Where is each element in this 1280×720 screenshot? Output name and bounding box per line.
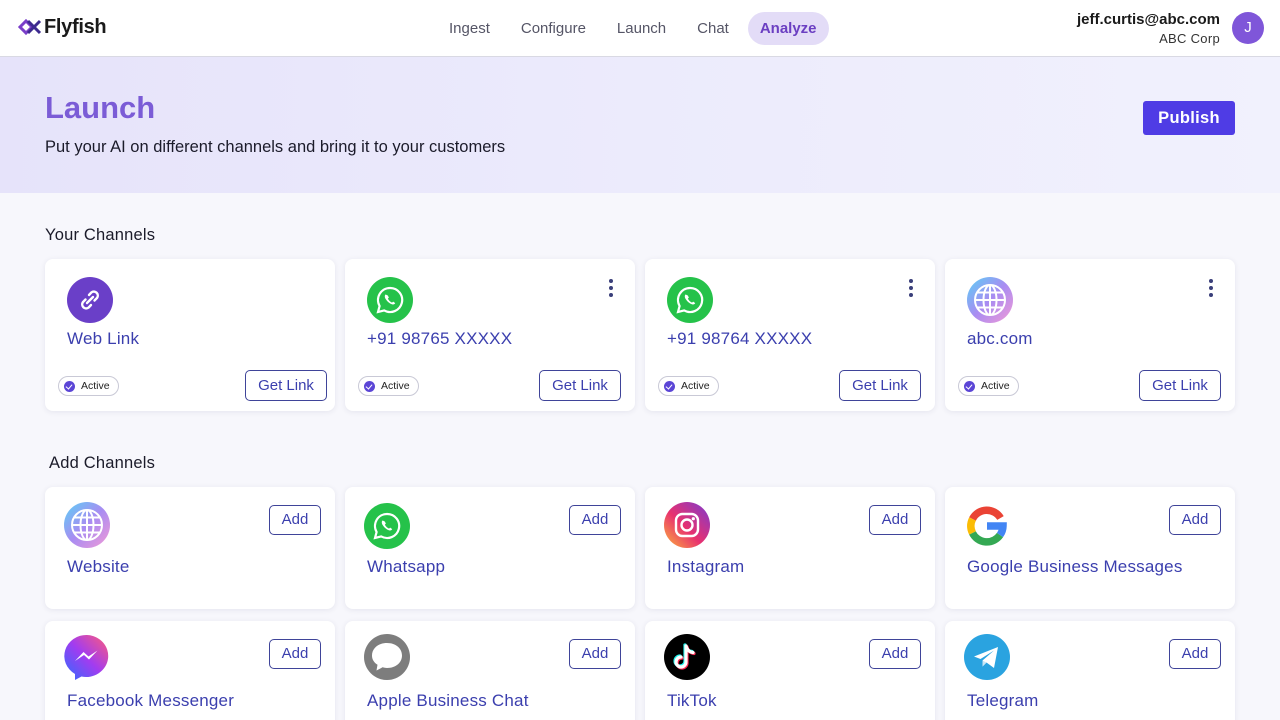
page-subtitle: Put your AI on different channels and br… bbox=[45, 138, 506, 156]
channel-name: Google Business Messages bbox=[967, 557, 1183, 576]
user-info[interactable]: jeff.curtis@abc.com ABC Corp bbox=[1077, 11, 1220, 47]
apple-chat-icon bbox=[364, 634, 410, 680]
user-org: ABC Corp bbox=[1159, 31, 1220, 46]
top-navbar: Flyfish Ingest Configure Launch Chat Ana… bbox=[0, 0, 1280, 57]
channel-card-whatsapp-1: +91 98765 XXXXX Active Get Link bbox=[345, 259, 635, 411]
add-google-business-button[interactable]: Add bbox=[1169, 505, 1221, 535]
add-apple-business-chat-button[interactable]: Add bbox=[569, 639, 621, 669]
add-channels-heading: Add Channels bbox=[49, 454, 156, 472]
get-link-button[interactable]: Get Link bbox=[839, 370, 921, 401]
whatsapp-icon bbox=[667, 277, 713, 323]
flyfish-logo-icon bbox=[18, 18, 42, 36]
get-link-button[interactable]: Get Link bbox=[1139, 370, 1221, 401]
globe-icon bbox=[967, 277, 1013, 323]
whatsapp-icon bbox=[367, 277, 413, 323]
add-facebook-messenger-button[interactable]: Add bbox=[269, 639, 321, 669]
check-icon bbox=[664, 380, 675, 392]
channel-name: Telegram bbox=[967, 691, 1039, 710]
status-badge: Active bbox=[958, 376, 1019, 396]
add-telegram-button[interactable]: Add bbox=[1169, 639, 1221, 669]
check-icon bbox=[364, 380, 375, 392]
status-text: Active bbox=[681, 380, 710, 392]
channel-name: Instagram bbox=[667, 557, 745, 576]
status-text: Active bbox=[81, 380, 110, 392]
brand-name: Flyfish bbox=[44, 15, 107, 38]
channel-name: Apple Business Chat bbox=[367, 691, 529, 710]
publish-button[interactable]: Publish bbox=[1143, 101, 1235, 135]
tab-launch[interactable]: Launch bbox=[605, 12, 678, 45]
more-options-icon[interactable] bbox=[607, 279, 615, 299]
channel-name: Website bbox=[67, 557, 130, 576]
channel-card-web-link: Web Link Active Get Link bbox=[45, 259, 335, 411]
channel-card-whatsapp-2: +91 98764 XXXXX Active Get Link bbox=[645, 259, 935, 411]
add-channel-card-whatsapp: Whatsapp Add bbox=[345, 487, 635, 609]
tab-analyze[interactable]: Analyze bbox=[747, 12, 829, 45]
get-link-button[interactable]: Get Link bbox=[245, 370, 327, 401]
more-options-icon[interactable] bbox=[907, 279, 915, 299]
channel-name: Whatsapp bbox=[367, 557, 446, 576]
whatsapp-icon bbox=[364, 503, 410, 549]
add-channel-card-google: Google Business Messages Add bbox=[945, 487, 1235, 609]
add-channel-card-website: Website Add bbox=[45, 487, 335, 609]
channel-name: TikTok bbox=[667, 691, 717, 710]
add-channel-card-messenger: Facebook Messenger Add bbox=[45, 621, 335, 720]
channel-name: Web Link bbox=[67, 329, 140, 348]
add-channel-card-telegram: Telegram Add bbox=[945, 621, 1235, 720]
tab-ingest[interactable]: Ingest bbox=[437, 12, 502, 45]
more-options-icon[interactable] bbox=[1207, 279, 1215, 299]
google-icon bbox=[964, 503, 1010, 549]
user-email: jeff.curtis@abc.com bbox=[1077, 11, 1220, 28]
status-badge: Active bbox=[358, 376, 419, 396]
status-text: Active bbox=[381, 380, 410, 392]
check-icon bbox=[964, 380, 975, 392]
your-channels-heading: Your Channels bbox=[45, 226, 156, 244]
add-website-button[interactable]: Add bbox=[269, 505, 321, 535]
channel-name: Facebook Messenger bbox=[67, 691, 235, 710]
link-icon bbox=[67, 277, 113, 323]
add-whatsapp-button[interactable]: Add bbox=[569, 505, 621, 535]
instagram-icon bbox=[664, 502, 710, 548]
status-badge: Active bbox=[658, 376, 719, 396]
channel-name: abc.com bbox=[967, 329, 1033, 348]
status-badge: Active bbox=[58, 376, 119, 396]
channel-name: +91 98764 XXXXX bbox=[667, 329, 813, 348]
avatar[interactable]: J bbox=[1232, 12, 1264, 44]
get-link-button[interactable]: Get Link bbox=[539, 370, 621, 401]
channel-card-abc-com: abc.com Active Get Link bbox=[945, 259, 1235, 411]
page-hero: Launch Put your AI on different channels… bbox=[0, 57, 1280, 193]
status-text: Active bbox=[981, 380, 1010, 392]
add-channel-card-instagram: Instagram Add bbox=[645, 487, 935, 609]
add-instagram-button[interactable]: Add bbox=[869, 505, 921, 535]
main-nav: Ingest Configure Launch Chat Analyze bbox=[437, 12, 836, 45]
messenger-icon bbox=[64, 634, 110, 680]
tab-chat[interactable]: Chat bbox=[685, 12, 741, 45]
tiktok-icon bbox=[664, 634, 710, 680]
telegram-icon bbox=[964, 634, 1010, 680]
channel-name: +91 98765 XXXXX bbox=[367, 329, 513, 348]
check-icon bbox=[64, 380, 75, 392]
tab-configure[interactable]: Configure bbox=[509, 12, 598, 45]
add-tiktok-button[interactable]: Add bbox=[869, 639, 921, 669]
add-channel-card-tiktok: TikTok Add bbox=[645, 621, 935, 720]
brand-logo[interactable]: Flyfish bbox=[18, 14, 107, 40]
globe-icon bbox=[64, 502, 110, 548]
add-channel-card-apple-chat: Apple Business Chat Add bbox=[345, 621, 635, 720]
page-title: Launch bbox=[45, 90, 156, 125]
